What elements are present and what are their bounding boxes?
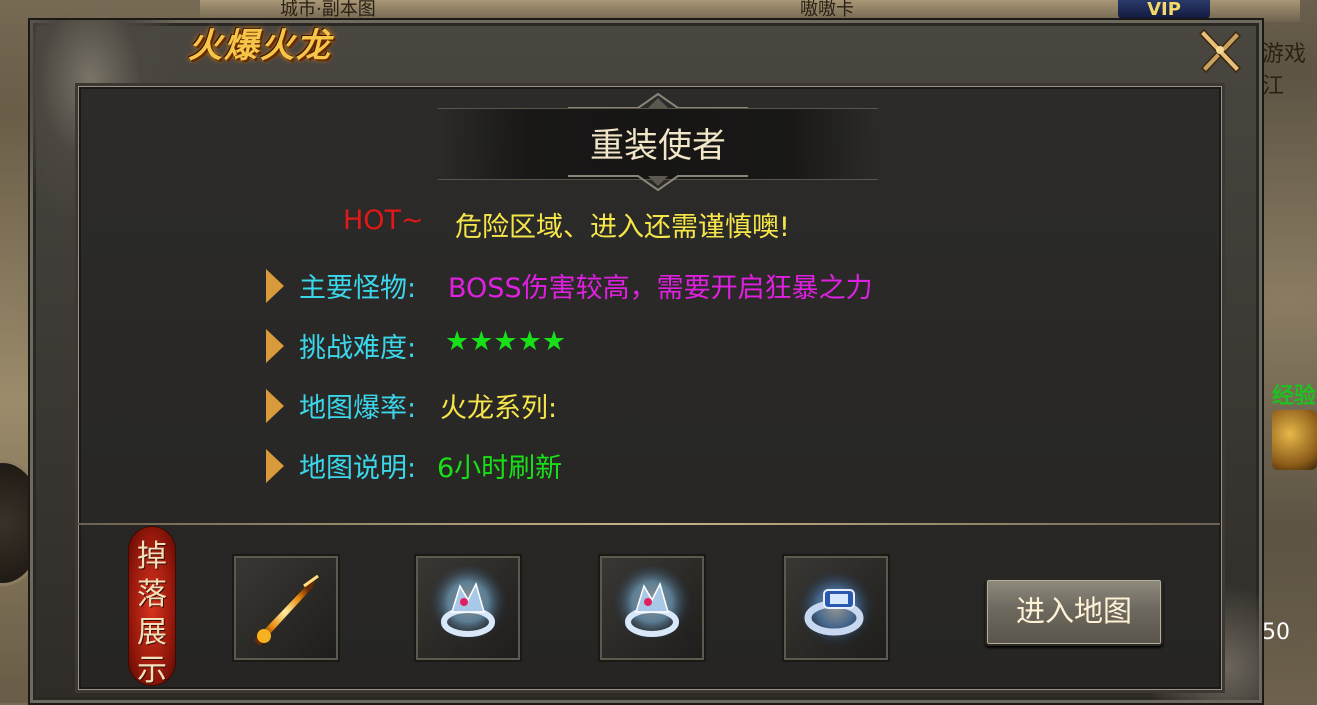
- drop-badge-char: 示: [137, 653, 167, 688]
- divider: [78, 523, 1220, 525]
- hot-label: HOT~: [343, 205, 424, 236]
- hud-top-text: 城市·副本图: [280, 0, 376, 20]
- row-value-description: 6小时刷新: [437, 453, 563, 484]
- blue-bracelet-icon: [796, 568, 876, 648]
- row-arrow-icon: [266, 329, 284, 363]
- drop-item-slot[interactable]: [782, 554, 890, 662]
- close-icon: [1198, 28, 1242, 74]
- panel-title: 火爆火龙: [188, 26, 332, 66]
- hud-side-text: 游戏江: [1262, 42, 1307, 99]
- row-label-description: 地图说明:: [299, 453, 417, 484]
- coin-count: 50: [1262, 620, 1290, 645]
- row-value-monster: BOSS伤害较高，需要开启狂暴之力: [448, 273, 873, 304]
- vip-badge[interactable]: VIP: [1118, 0, 1210, 20]
- hud-top-text: 嗷嗷卡: [800, 0, 854, 20]
- close-button[interactable]: [1196, 24, 1244, 74]
- drop-item-slot[interactable]: [414, 554, 522, 662]
- flame-sword-icon: [254, 574, 319, 646]
- ice-ring-icon: [612, 566, 692, 646]
- row-label-droprate: 地图爆率:: [299, 393, 417, 424]
- row-arrow-icon: [266, 449, 284, 483]
- enter-map-button[interactable]: 进入地图: [985, 578, 1163, 646]
- ice-ring-icon: [428, 566, 508, 646]
- treasure-chest-icon[interactable]: [1272, 410, 1317, 470]
- map-name: 重装使者: [590, 126, 726, 166]
- drop-item-slot[interactable]: [598, 554, 706, 662]
- difficulty-stars: ★★★★★: [445, 326, 567, 357]
- exp-label: 经验: [1272, 384, 1317, 409]
- row-arrow-icon: [266, 389, 284, 423]
- header-bottom-ornament-icon: [568, 175, 748, 192]
- row-label-difficulty: 挑战难度:: [299, 333, 417, 364]
- row-label-monster: 主要怪物:: [299, 273, 417, 304]
- drop-showcase-badge: 掉 落 展 示: [128, 526, 176, 688]
- warning-text: 危险区域、进入还需谨慎噢!: [455, 212, 790, 243]
- row-value-droprate: 火龙系列:: [440, 393, 558, 424]
- drop-item-slot[interactable]: [232, 554, 340, 662]
- row-arrow-icon: [266, 269, 284, 303]
